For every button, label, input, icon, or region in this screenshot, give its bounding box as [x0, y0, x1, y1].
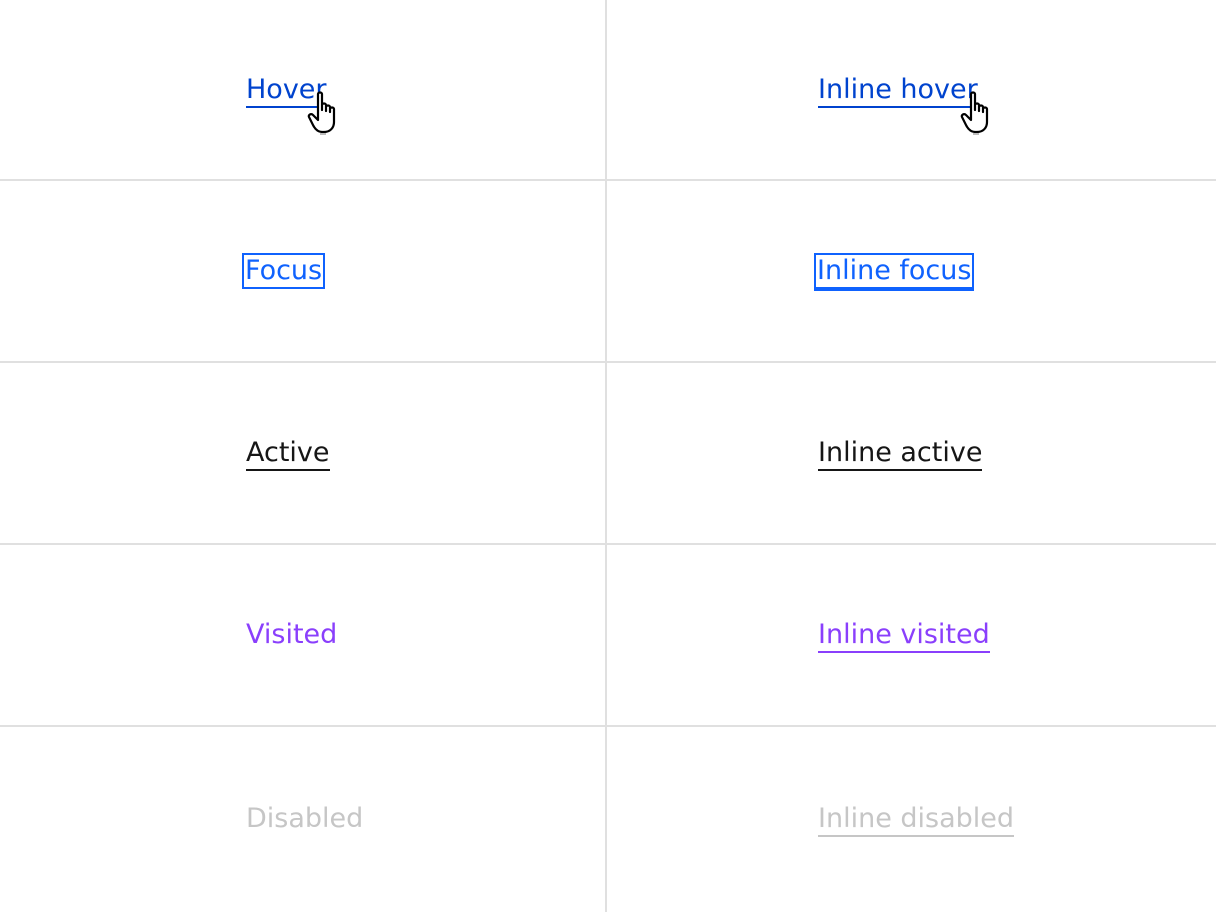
inline-focus-link[interactable]: Inline focus	[813, 253, 975, 291]
cell-inline-visited: Inline visited	[607, 545, 1216, 727]
active-link[interactable]: Active	[246, 437, 330, 471]
inline-active-link[interactable]: Inline active	[818, 437, 983, 471]
cell-visited: Visited	[0, 545, 607, 727]
inline-disabled-link: Inline disabled	[818, 803, 1015, 837]
cell-inline-disabled: Inline disabled	[607, 727, 1216, 912]
cell-active: Active	[0, 363, 607, 545]
inline-visited-link[interactable]: Inline visited	[818, 619, 990, 653]
cell-inline-active: Inline active	[607, 363, 1216, 545]
hover-link[interactable]: Hover	[246, 74, 327, 108]
cell-hover: Hover	[0, 0, 607, 181]
cell-inline-focus: Inline focus	[607, 181, 1216, 363]
cell-disabled: Disabled	[0, 727, 607, 912]
cell-focus: Focus	[0, 181, 607, 363]
link-states-grid: Hover Inline hover Focus Inline focus Ac…	[0, 0, 1216, 912]
focus-link[interactable]: Focus	[241, 253, 326, 289]
disabled-link: Disabled	[246, 803, 364, 834]
visited-link[interactable]: Visited	[246, 619, 337, 651]
inline-hover-link[interactable]: Inline hover	[818, 74, 978, 108]
cell-inline-hover: Inline hover	[607, 0, 1216, 181]
